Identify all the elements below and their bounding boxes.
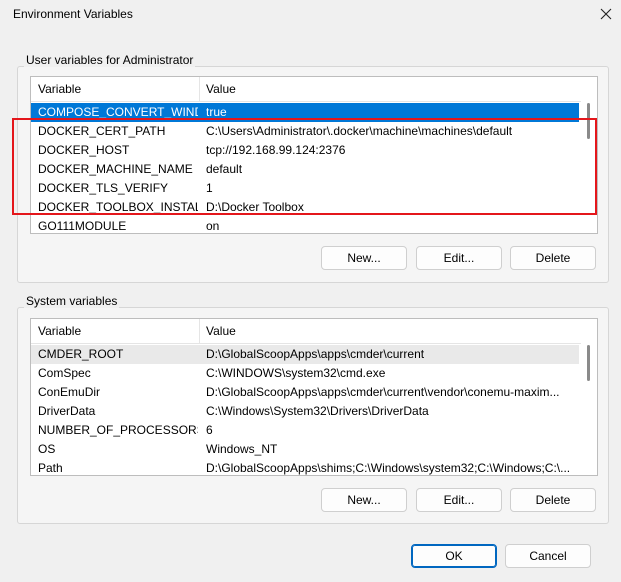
variable-name: Path — [38, 461, 63, 475]
variable-value: D:\GlobalScoopApps\shims;C:\Windows\syst… — [206, 461, 571, 475]
title-bar: Environment Variables — [0, 0, 621, 30]
variable-name: DOCKER_MACHINE_NAME — [38, 162, 193, 176]
ok-button[interactable]: OK — [411, 544, 497, 568]
user-new-button[interactable]: New... — [321, 246, 407, 270]
list-item[interactable]: DOCKER_HOST tcp://192.168.99.124:2376 — [31, 141, 597, 160]
variable-value: Windows_NT — [206, 442, 278, 456]
scrollbar-thumb[interactable] — [587, 345, 590, 381]
list-item[interactable]: Path D:\GlobalScoopApps\shims;C:\Windows… — [31, 459, 597, 475]
list-item[interactable]: DOCKER_MACHINE_NAME default — [31, 160, 597, 179]
close-icon — [600, 8, 612, 20]
variable-value: D:\Docker Toolbox — [206, 200, 304, 214]
user-edit-button[interactable]: Edit... — [416, 246, 502, 270]
close-button[interactable] — [591, 0, 621, 28]
variable-value: tcp://192.168.99.124:2376 — [206, 143, 346, 157]
scrollbar-thumb[interactable] — [587, 103, 590, 139]
variable-name: DOCKER_TLS_VERIFY — [38, 181, 169, 195]
system-new-button[interactable]: New... — [321, 488, 407, 512]
column-header-value[interactable]: Value — [206, 82, 236, 96]
user-delete-button[interactable]: Delete — [510, 246, 596, 270]
vertical-scrollbar[interactable] — [581, 101, 597, 233]
list-item[interactable]: GO111MODULE on — [31, 217, 597, 233]
column-header-variable[interactable]: Variable — [38, 324, 81, 338]
cancel-button[interactable]: Cancel — [505, 544, 591, 568]
system-edit-button[interactable]: Edit... — [416, 488, 502, 512]
list-item[interactable]: COMPOSE_CONVERT_WIND... true — [31, 103, 579, 122]
variable-value: C:\Users\Administrator\.docker\machine\m… — [206, 124, 513, 138]
variable-value: C:\Windows\System32\Drivers\DriverData — [206, 404, 429, 418]
variable-name: GO111MODULE — [38, 219, 127, 233]
user-variables-label: User variables for Administrator — [24, 53, 196, 67]
variable-value: D:\GlobalScoopApps\apps\cmder\current — [206, 347, 425, 361]
list-item[interactable]: ComSpec C:\WINDOWS\system32\cmd.exe — [31, 364, 597, 383]
column-divider[interactable] — [199, 77, 200, 101]
variable-name: DOCKER_CERT_PATH — [38, 124, 166, 138]
list-header: Variable Value — [31, 319, 597, 344]
variable-value: C:\WINDOWS\system32\cmd.exe — [206, 366, 386, 380]
system-variables-list[interactable]: Variable Value CMDER_ROOT D:\GlobalScoop… — [30, 318, 598, 476]
column-header-variable[interactable]: Variable — [38, 82, 81, 96]
list-item[interactable]: OS Windows_NT — [31, 440, 597, 459]
column-header-value[interactable]: Value — [206, 324, 236, 338]
variable-value: D:\GlobalScoopApps\apps\cmder\current\ve… — [206, 385, 560, 399]
variable-name: DOCKER_HOST — [38, 143, 130, 157]
column-divider[interactable] — [199, 319, 200, 343]
user-variables-list[interactable]: Variable Value COMPOSE_CONVERT_WIND... t… — [30, 76, 598, 234]
vertical-scrollbar[interactable] — [581, 343, 597, 475]
list-item[interactable]: CMDER_ROOT D:\GlobalScoopApps\apps\cmder… — [31, 345, 579, 364]
list-item[interactable]: ConEmuDir D:\GlobalScoopApps\apps\cmder\… — [31, 383, 597, 402]
variable-name: COMPOSE_CONVERT_WIND... — [38, 105, 198, 119]
list-item[interactable]: DOCKER_TOOLBOX_INSTALL... D:\Docker Tool… — [31, 198, 597, 217]
variable-name: NUMBER_OF_PROCESSORS — [38, 423, 198, 437]
variable-name: ComSpec — [38, 366, 91, 380]
variable-value: on — [206, 219, 220, 233]
variable-name: ConEmuDir — [38, 385, 101, 399]
variable-value: true — [206, 105, 227, 119]
system-delete-button[interactable]: Delete — [510, 488, 596, 512]
variable-value: 1 — [206, 181, 213, 195]
list-item[interactable]: NUMBER_OF_PROCESSORS 6 — [31, 421, 597, 440]
list-item[interactable]: DOCKER_CERT_PATH C:\Users\Administrator\… — [31, 122, 597, 141]
variable-name: OS — [38, 442, 56, 456]
list-item[interactable]: DriverData C:\Windows\System32\Drivers\D… — [31, 402, 597, 421]
system-variables-label: System variables — [24, 294, 120, 308]
variable-value: default — [206, 162, 243, 176]
list-item[interactable]: DOCKER_TLS_VERIFY 1 — [31, 179, 597, 198]
variable-name: DriverData — [38, 404, 96, 418]
window-title: Environment Variables — [13, 7, 133, 21]
variable-name: DOCKER_TOOLBOX_INSTALL... — [38, 200, 198, 214]
list-header: Variable Value — [31, 77, 597, 102]
variable-value: 6 — [206, 423, 213, 437]
variable-name: CMDER_ROOT — [38, 347, 124, 361]
environment-variables-dialog: Environment Variables User variables for… — [0, 0, 621, 582]
